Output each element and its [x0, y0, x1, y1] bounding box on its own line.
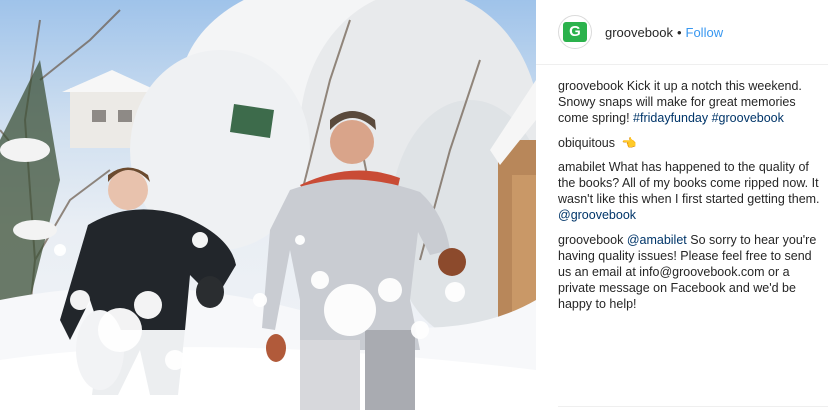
follow-button[interactable]: Follow	[686, 25, 724, 40]
post-side-panel: G groovebook • Follow groovebook Kick it…	[536, 0, 828, 410]
comment-item: groovebook @amabilet So sorry to hear yo…	[558, 232, 824, 313]
comment-item: amabilet What has happened to the qualit…	[558, 159, 824, 224]
hashtag-link[interactable]: #fridayfunday	[633, 111, 708, 125]
header-separator: •	[676, 24, 682, 40]
comment-username[interactable]: obiquitous	[558, 136, 615, 150]
comment-item: obiquitous 👈	[558, 135, 824, 151]
hashtag-link[interactable]: #groovebook	[712, 111, 784, 125]
post-header: G groovebook • Follow	[536, 0, 828, 65]
comment-username[interactable]: groovebook	[558, 233, 623, 247]
caption: groovebook Kick it up a notch this weeke…	[558, 78, 824, 127]
mention-link[interactable]: @amabilet	[627, 233, 687, 247]
groovebook-logo-icon: G	[563, 22, 587, 42]
mention-link[interactable]: @groovebook	[558, 208, 636, 222]
caption-username[interactable]: groovebook	[558, 79, 623, 93]
avatar[interactable]: G	[558, 15, 592, 49]
header-username[interactable]: groovebook	[605, 25, 673, 40]
comment-username[interactable]: amabilet	[558, 160, 605, 174]
instagram-post: G groovebook • Follow groovebook Kick it…	[0, 0, 828, 410]
divider	[558, 406, 828, 407]
comments-list: groovebook Kick it up a notch this weeke…	[558, 78, 824, 321]
snow-scene-illustration	[0, 0, 536, 410]
pointing-hand-emoji-icon: 👈	[621, 135, 637, 150]
post-photo[interactable]	[0, 0, 536, 410]
